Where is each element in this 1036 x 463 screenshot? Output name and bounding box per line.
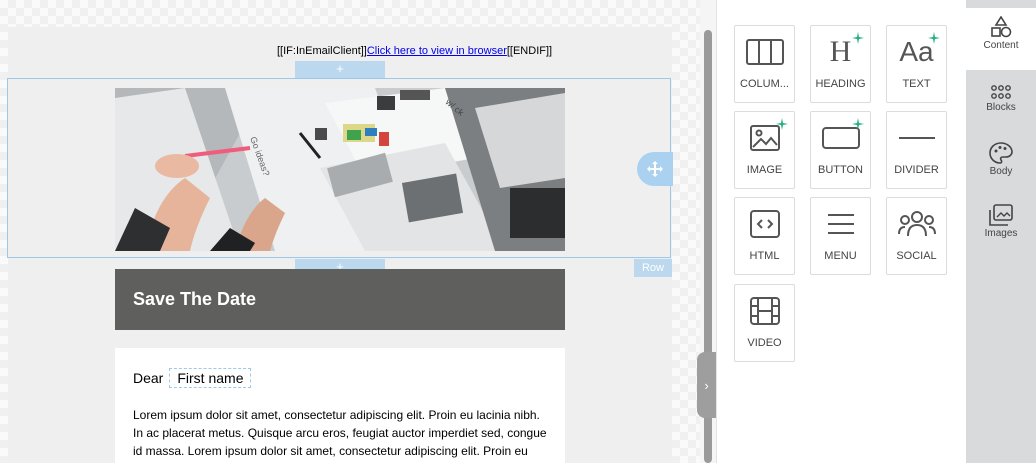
text-block[interactable]: Dear First name Lorem ipsum dolor sit am… <box>115 348 565 463</box>
tile-divider[interactable]: DIVIDER <box>886 111 947 189</box>
nav-images[interactable]: Images <box>966 196 1036 258</box>
tile-text[interactable]: Aa TEXT <box>886 25 947 103</box>
view-in-browser-link[interactable]: Click here to view in browser <box>367 45 507 57</box>
collapse-panel-button[interactable]: › <box>697 352 716 418</box>
tile-columns[interactable]: COLUM... <box>734 25 795 103</box>
dear-text: Dear <box>133 370 164 386</box>
nav-content[interactable]: Content <box>966 8 1036 70</box>
grid-dots-icon <box>991 85 1011 99</box>
tile-html[interactable]: HTML <box>734 197 795 275</box>
move-icon <box>647 161 663 177</box>
social-icon <box>897 211 936 237</box>
tile-label: BUTTON <box>817 164 864 176</box>
tile-label: TEXT <box>902 78 931 90</box>
body-paragraph[interactable]: Lorem ipsum dolor sit amet, consectetur … <box>133 406 551 463</box>
tile-label: MENU <box>824 250 857 262</box>
tile-label: DIVIDER <box>894 164 939 176</box>
tile-label: IMAGE <box>746 164 783 176</box>
tile-label: VIDEO <box>747 337 782 349</box>
nav-body-label: Body <box>989 166 1013 177</box>
greeting-line: Dear First name <box>133 368 252 388</box>
content-panel: COLUM... H HEADING Aa TEXT IMAGE BUTTON … <box>716 0 967 463</box>
hero-photo-graphic: Go ideas? w/ ck <box>115 88 565 251</box>
chevron-right-icon: › <box>704 377 709 393</box>
html-icon <box>749 210 780 238</box>
first-name-merge-tag[interactable]: First name <box>169 368 252 388</box>
video-icon <box>749 297 780 325</box>
move-row-handle[interactable] <box>637 152 673 186</box>
heading-icon: H <box>829 35 852 68</box>
view-in-browser-line: [[IF:InEmailClient]]Click here to view i… <box>277 45 552 57</box>
sparkle-icon <box>776 118 788 130</box>
hero-image[interactable]: Go ideas? w/ ck <box>115 88 565 251</box>
columns-icon <box>745 39 784 65</box>
tile-image[interactable]: IMAGE <box>734 111 795 189</box>
sparkle-icon <box>852 32 864 44</box>
tile-label: HEADING <box>815 78 866 90</box>
sparkle-icon <box>852 118 864 130</box>
browser-suffix: [[ENDIF]] <box>506 45 553 57</box>
nav-content-label: Content <box>983 40 1019 51</box>
sparkle-icon <box>928 32 940 44</box>
image-icon <box>749 125 780 151</box>
nav-blocks[interactable]: Blocks <box>966 70 1036 132</box>
tile-menu[interactable]: MENU <box>810 197 871 275</box>
palette-icon <box>989 142 1013 164</box>
images-icon <box>989 204 1013 226</box>
tile-label: SOCIAL <box>896 250 937 262</box>
nav-body[interactable]: Body <box>966 134 1036 196</box>
nav-blocks-label: Blocks <box>986 102 1016 113</box>
shapes-icon <box>991 16 1012 38</box>
tile-social[interactable]: SOCIAL <box>886 197 947 275</box>
tile-button[interactable]: BUTTON <box>810 111 871 189</box>
save-the-date-heading[interactable]: Save The Date <box>115 269 565 330</box>
add-row-top-button[interactable]: + <box>295 61 385 79</box>
tile-label: COLUM... <box>740 78 789 90</box>
nav-images-label: Images <box>984 228 1018 239</box>
row-label: Row <box>634 259 672 277</box>
tile-label: HTML <box>749 250 780 262</box>
divider-icon <box>898 137 935 139</box>
tile-heading[interactable]: H HEADING <box>810 25 871 103</box>
tile-video[interactable]: VIDEO <box>734 284 795 362</box>
menu-icon <box>827 214 854 234</box>
browser-prefix: [[IF:InEmailClient]] <box>277 45 367 57</box>
side-navigation: Content Blocks Body Images <box>966 0 1036 463</box>
